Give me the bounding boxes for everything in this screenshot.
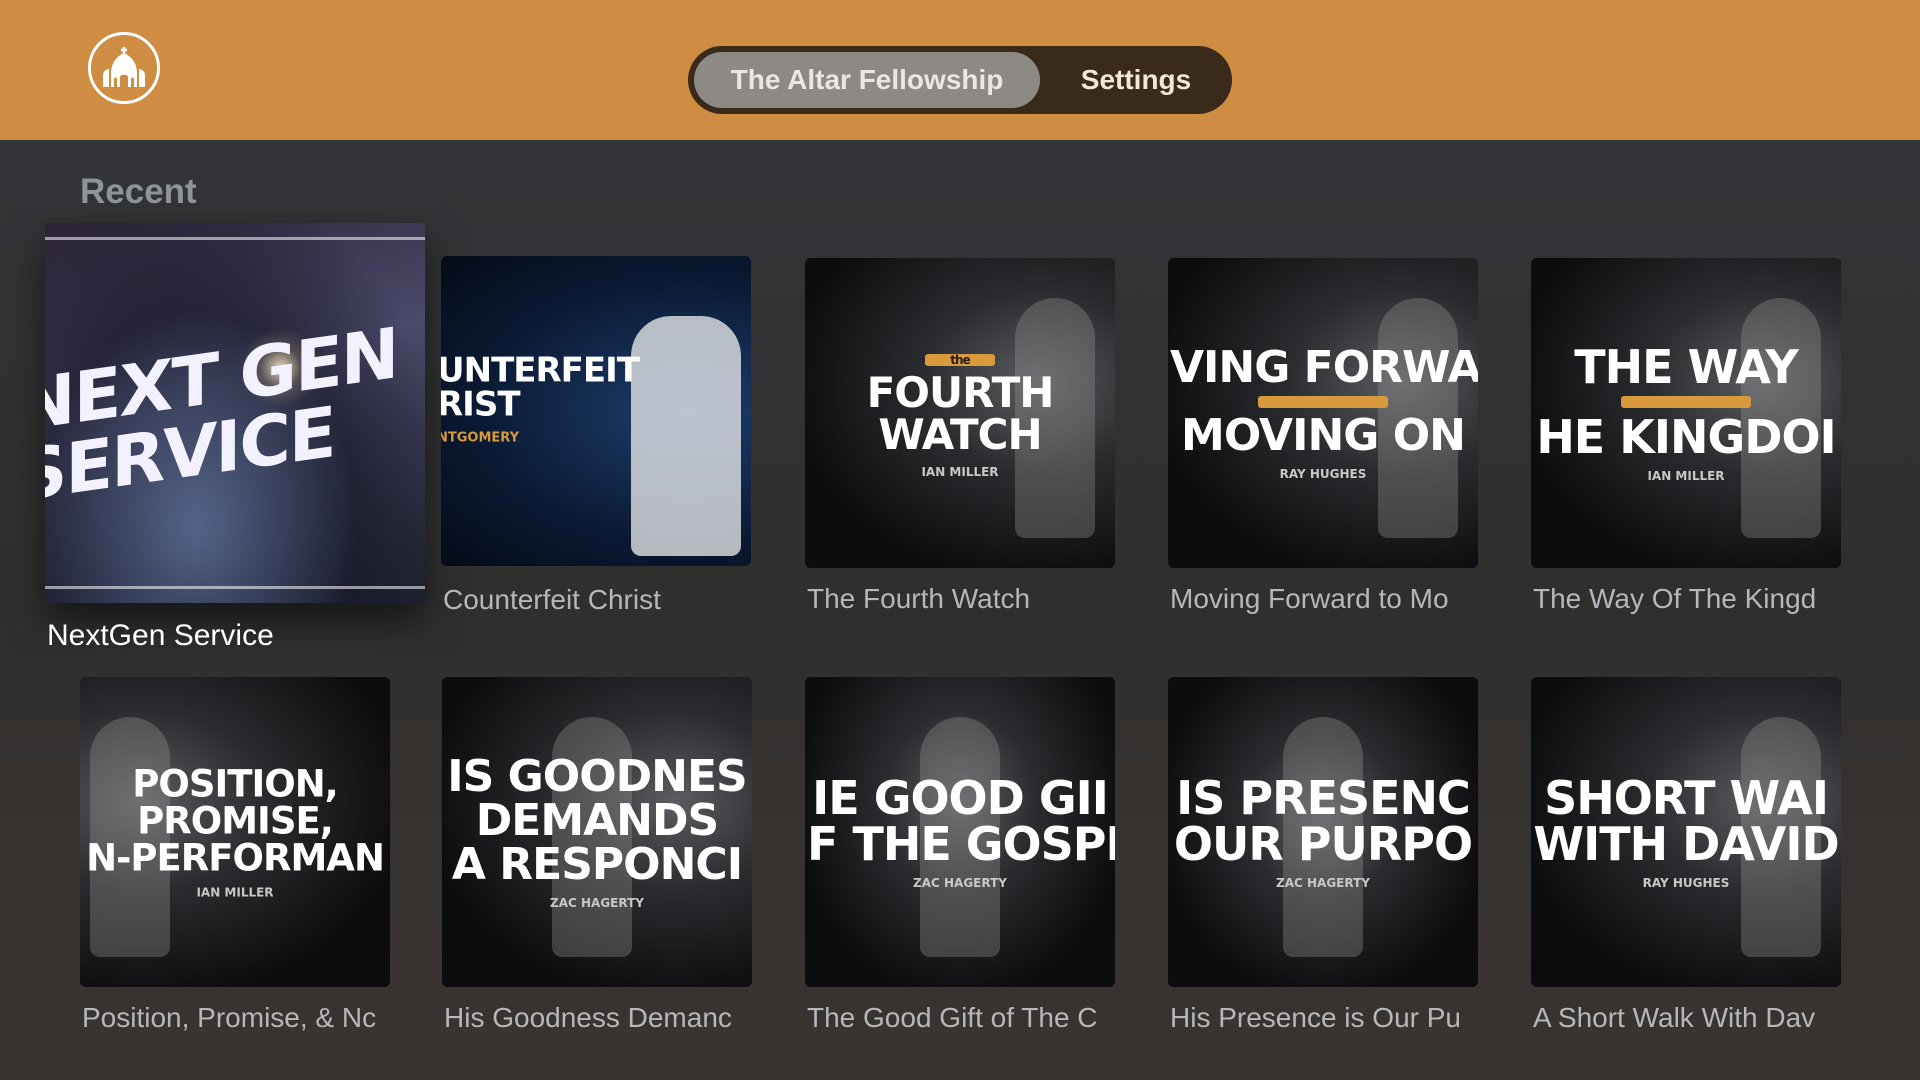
artwork-speaker: RAY HUGHES (1642, 876, 1730, 889)
artwork-ribbon (1258, 396, 1388, 408)
media-title: Position, Promise, & Nc (82, 1002, 377, 1033)
artwork-speaker: RAY HUGHES (1279, 467, 1367, 480)
media-thumbnail: IS GOODNES DEMANDS A RESPONCI ZAC HAGERT… (442, 677, 752, 987)
artwork-kicker: the (925, 354, 995, 366)
artwork-text: N-PERFORMAN (86, 836, 385, 880)
artwork-text: DEMANDS (475, 795, 719, 846)
media-title: NextGen Service (47, 619, 274, 652)
media-thumbnail: IE GOOD GII F THE GOSPI ZAC HAGERTY (805, 677, 1115, 987)
top-bar: The Altar Fellowship Settings (0, 0, 1920, 140)
media-thumbnail: THE WAY HE KINGDOI IAN MILLER (1531, 258, 1841, 568)
artwork-text: IS PRESENC (1176, 775, 1471, 825)
media-title: Counterfeit Christ (443, 584, 661, 615)
artwork-speaker: ZAC HAGERTY (550, 896, 644, 909)
artwork-text: IE GOOD GII (812, 775, 1109, 825)
artwork-text: PROMISE, (137, 799, 334, 843)
media-thumbnail: SHORT WAI WITH DAVID RAY HUGHES (1531, 677, 1841, 987)
artwork-speaker: ZAC HAGERTY (1276, 876, 1370, 889)
artwork-text: VING FORWA (1170, 346, 1478, 393)
artwork-speaker: ZAC HAGERTY (913, 876, 1007, 889)
media-thumbnail: POSITION, PROMISE, N-PERFORMAN IAN MILLE… (80, 677, 390, 987)
media-title: Moving Forward to Mo (1170, 583, 1449, 614)
media-thumbnail: VING FORWA MOVING ON RAY HUGHES (1168, 258, 1478, 568)
media-title: His Goodness Demanc (444, 1002, 732, 1033)
tab-the-altar-fellowship[interactable]: The Altar Fellowship (694, 46, 1040, 114)
media-thumbnail: the FOURTH WATCH IAN MILLER (805, 258, 1115, 568)
tab-bar: The Altar Fellowship Settings (688, 46, 1232, 114)
media-title: The Fourth Watch (807, 583, 1031, 614)
artwork-text: IS GOODNES (447, 755, 747, 802)
artwork-text: SHORT WAI (1544, 775, 1829, 825)
media-thumbnail: IS PRESENC OUR PURPO ZAC HAGERTY (1168, 677, 1478, 987)
artwork-speaker: NTGOMERY (441, 430, 519, 445)
media-title: The Way Of The Kingd (1533, 583, 1817, 614)
artwork-text: POSITION, (132, 765, 338, 806)
artwork-text: THE WAY (1574, 344, 1799, 394)
artwork-text: RIST (441, 384, 521, 425)
artwork-text: UNTERFEIT (441, 353, 640, 391)
artwork-text: F THE GOSPI (807, 817, 1115, 871)
artwork-ribbon (1621, 396, 1751, 408)
artwork-speaker: IAN MILLER (196, 885, 274, 899)
media-thumbnail: NEXT GEN SERVICE (45, 223, 425, 603)
artwork-speaker: IAN MILLER (1647, 469, 1725, 482)
artwork-text: HE KINGDOI (1536, 410, 1836, 464)
artwork-speaker: IAN MILLER (921, 465, 999, 478)
media-title: A Short Walk With Dav (1533, 1002, 1816, 1033)
church-icon[interactable] (88, 32, 160, 104)
media-title: His Presence is Our Pu (1170, 1002, 1461, 1033)
artwork-text: WITH DAVID (1533, 817, 1839, 871)
section-title-recent: Recent (80, 172, 197, 211)
artwork-text: WATCH (878, 410, 1042, 459)
tab-settings[interactable]: Settings (1040, 46, 1232, 114)
artwork-text: FOURTH (866, 368, 1055, 417)
media-title: The Good Gift of The C (807, 1002, 1098, 1033)
artwork-text: MOVING ON (1181, 410, 1466, 461)
media-thumbnail: UNTERFEIT RIST NTGOMERY (441, 256, 751, 566)
artwork-text: A RESPONCI (451, 839, 743, 890)
artwork-text: OUR PURPO (1173, 817, 1473, 871)
